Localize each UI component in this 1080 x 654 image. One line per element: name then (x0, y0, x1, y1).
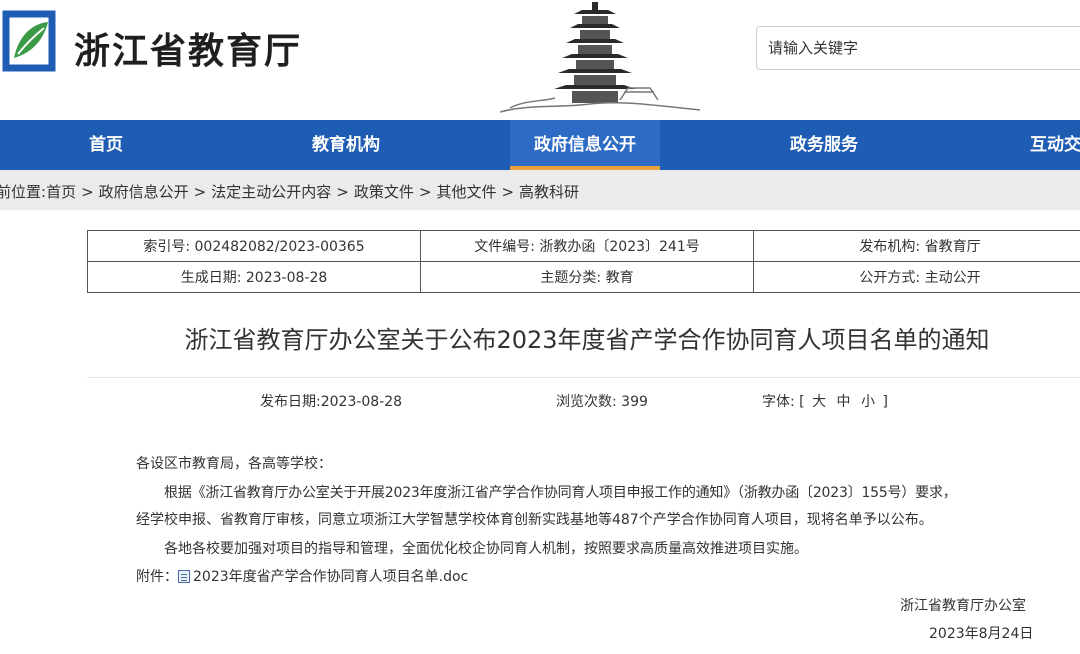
breadcrumb: 前位置:首页 > 政府信息公开 > 法定主动公开内容 > 政策文件 > 其他文件 > 高教科研 (0, 181, 579, 202)
font-large-button[interactable]: 大 (812, 394, 826, 410)
created-date: 生成日期: 2023-08-28 (87, 261, 421, 293)
breadcrumb-bar: 前位置:首页 > 政府信息公开 > 法定主动公开内容 > 政策文件 > 其他文件 > 高教科研 (0, 170, 1080, 210)
search-box[interactable] (756, 26, 1080, 70)
font-bracket-open: [ (799, 394, 805, 410)
signer: 浙江省教育厅办公室 (900, 598, 1026, 614)
document-number: 文件编号: 浙教办函〔2023〕241号 (420, 230, 754, 262)
table-row: 生成日期: 2023-08-28 主题分类: 教育 公开方式: 主动公开 (87, 261, 1080, 293)
breadcrumb-separator: > (418, 183, 432, 201)
sign-date: 2023年8月24日 (929, 626, 1034, 642)
pagoda-illustration-icon (500, 2, 700, 113)
attachment-row: 附件： 2023年度省产学合作协同育人项目名单.doc (136, 565, 1046, 589)
site-header: 浙江省教育厅 (0, 0, 1080, 120)
search-input[interactable] (757, 27, 1080, 69)
issuing-agency: 发布机构: 省教育厅 (753, 230, 1080, 262)
font-small-button[interactable]: 小 (861, 394, 875, 410)
paragraph-1-line-2: 经学校申报、省教育厅审核，同意立项浙江大学智慧学校体育创新实践基地等487个产学… (136, 512, 933, 528)
breadcrumb-separator: > (81, 183, 94, 201)
view-count: 浏览次数: 399 (556, 394, 648, 410)
topic-category: 主题分类: 教育 (420, 261, 754, 293)
breadcrumb-separator: > (336, 183, 349, 201)
breadcrumb-separator: > (193, 183, 207, 201)
breadcrumb-item-home[interactable]: 首页 (46, 183, 76, 201)
breadcrumb-item-gov-info[interactable]: 政府信息公开 (99, 183, 189, 201)
document-info-table: 索引号: 002482082/2023-00365 文件编号: 浙教办函〔202… (87, 230, 1080, 293)
article-title: 浙江省教育厅办公室关于公布2023年度省产学合作协同育人项目名单的通知 (184, 326, 990, 354)
paragraph-1-line-1: 根据《浙江省教育厅办公室关于开展2023年度浙江省产学合作协同育人项目申报工作的… (164, 485, 957, 501)
nav-item-home[interactable]: 首页 (8, 120, 204, 170)
nav-item-interaction[interactable]: 互动交 (1010, 120, 1080, 170)
breadcrumb-item-other[interactable]: 其他文件 (436, 183, 496, 201)
font-medium-button[interactable]: 中 (837, 394, 851, 410)
breadcrumb-item-higher-edu[interactable]: 高教科研 (519, 183, 579, 201)
site-name[interactable]: 浙江省教育厅 (74, 22, 302, 74)
salutation: 各设区市教育局，各高等学校： (136, 456, 332, 472)
font-size-controls: 字体: [ 大 中 小 ] (762, 391, 888, 411)
attachment-label: 附件： (136, 569, 178, 585)
disclosure-method: 公开方式: 主动公开 (753, 261, 1080, 293)
attachment-link[interactable]: 2023年度省产学合作协同育人项目名单.doc (193, 569, 468, 585)
publish-date: 发布日期:2023-08-28 (260, 394, 403, 410)
font-size-label: 字体: (762, 394, 795, 410)
table-row: 索引号: 002482082/2023-00365 文件编号: 浙教办函〔202… (87, 230, 1080, 262)
paragraph-2: 各地各校要加强对项目的指导和管理，全面优化校企协同育人机制，按照要求高质量高效推… (164, 541, 808, 557)
breadcrumb-item-statutory[interactable]: 法定主动公开内容 (211, 183, 331, 201)
nav-item-services[interactable]: 政务服务 (726, 120, 922, 170)
site-logo-icon[interactable] (0, 8, 58, 74)
title-divider (87, 377, 1080, 378)
nav-item-institutions[interactable]: 教育机构 (248, 120, 444, 170)
breadcrumb-separator: > (501, 183, 515, 201)
breadcrumb-prefix: 前位置: (0, 183, 47, 201)
nav-item-gov-info[interactable]: 政府信息公开 (510, 120, 660, 170)
breadcrumb-item-policy[interactable]: 政策文件 (354, 183, 414, 201)
document-icon (178, 570, 190, 583)
main-nav: 首页 教育机构 政府信息公开 政务服务 互动交 (0, 120, 1080, 170)
index-number: 索引号: 002482082/2023-00365 (87, 230, 421, 262)
font-bracket-close: ] (882, 394, 888, 410)
